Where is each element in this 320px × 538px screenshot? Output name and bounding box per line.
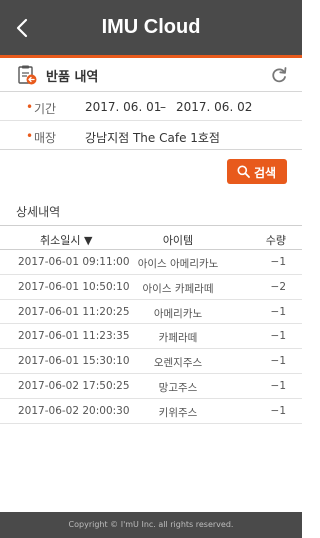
cell-item: 아이스 카페라떼 <box>142 282 214 295</box>
cell-qty: −2 <box>270 280 286 293</box>
cell-time: 2017-06-01 15:30:10 <box>18 355 130 368</box>
document-return-icon <box>18 65 37 85</box>
app-title: IMU Cloud <box>101 16 201 38</box>
column-header-quantity: 수량 <box>265 234 286 247</box>
cell-qty: −1 <box>270 355 286 368</box>
cell-time: 2017-06-02 20:00:30 <box>18 404 130 417</box>
cell-qty: −1 <box>270 379 286 392</box>
column-header-cancel-time[interactable]: 취소일시 ▼ <box>40 232 92 248</box>
cell-time: 2017-06-01 11:23:35 <box>18 330 130 343</box>
cell-item: 아메리카노 <box>153 307 203 320</box>
table-header: 취소일시 ▼ 아이템 수량 <box>0 225 302 250</box>
period-to[interactable]: 2017. 06. 02 <box>176 100 252 114</box>
period-from[interactable]: 2017. 06. 01 <box>85 100 161 114</box>
table-row: 2017-06-02 20:00:30 키위주스 −1 <box>0 399 302 424</box>
footer: Copyright © I'mU Inc. all rights reserve… <box>0 512 302 538</box>
refresh-icon[interactable] <box>269 65 289 85</box>
cell-qty: −1 <box>270 330 286 343</box>
cell-time: 2017-06-01 10:50:10 <box>18 280 130 293</box>
cell-time: 2017-06-01 11:20:25 <box>18 305 130 318</box>
cell-qty: −1 <box>270 404 286 417</box>
search-button[interactable]: 검색 <box>227 159 287 184</box>
table-row: 2017-06-02 17:50:25 망고주스 −1 <box>0 374 302 399</box>
table-row: 2017-06-01 10:50:10 아이스 카페라떼 −2 <box>0 275 302 300</box>
cell-item: 망고주스 <box>158 381 198 394</box>
details-table: 취소일시 ▼ 아이템 수량 2017-06-01 09:11:00 아이스 아메… <box>0 225 302 424</box>
store-label: 매장 <box>26 129 56 146</box>
cell-item: 키위주스 <box>158 406 198 419</box>
table-row: 2017-06-01 15:30:10 오렌지주스 −1 <box>0 349 302 374</box>
details-label: 상세내역 <box>16 205 61 219</box>
cell-qty: −1 <box>270 305 286 318</box>
section-header: 반품 내역 <box>0 58 302 92</box>
table-row: 2017-06-01 11:23:35 카페라떼 −1 <box>0 324 302 350</box>
store-value[interactable]: 강남지점 The Cafe 1호점 <box>85 129 220 146</box>
table-row: 2017-06-01 11:20:25 아메리카노 −1 <box>0 300 302 325</box>
cell-item: 카페라떼 <box>158 332 198 345</box>
section-title: 반품 내역 <box>46 70 99 85</box>
app-header: IMU Cloud <box>0 0 302 58</box>
cell-item: 오렌지주스 <box>153 357 203 370</box>
period-label: 기간 <box>26 100 56 117</box>
period-filter-row: 기간 2017. 06. 01 – 2017. 06. 02 <box>0 93 302 121</box>
cell-item: 아이스 아메리카노 <box>137 258 219 270</box>
cell-time: 2017-06-01 09:11:00 <box>18 256 130 268</box>
column-header-item: 아이템 <box>162 234 194 247</box>
cell-time: 2017-06-02 17:50:25 <box>18 379 130 392</box>
search-icon <box>237 165 250 178</box>
copyright-text: Copyright © I'mU Inc. all rights reserve… <box>68 520 234 529</box>
search-button-label: 검색 <box>254 166 277 180</box>
period-separator: – <box>160 100 166 114</box>
table-row: 2017-06-01 09:11:00 아이스 아메리카노 −1 <box>0 250 302 275</box>
cell-qty: −1 <box>270 256 286 268</box>
store-filter-row: 매장 강남지점 The Cafe 1호점 <box>0 122 302 150</box>
